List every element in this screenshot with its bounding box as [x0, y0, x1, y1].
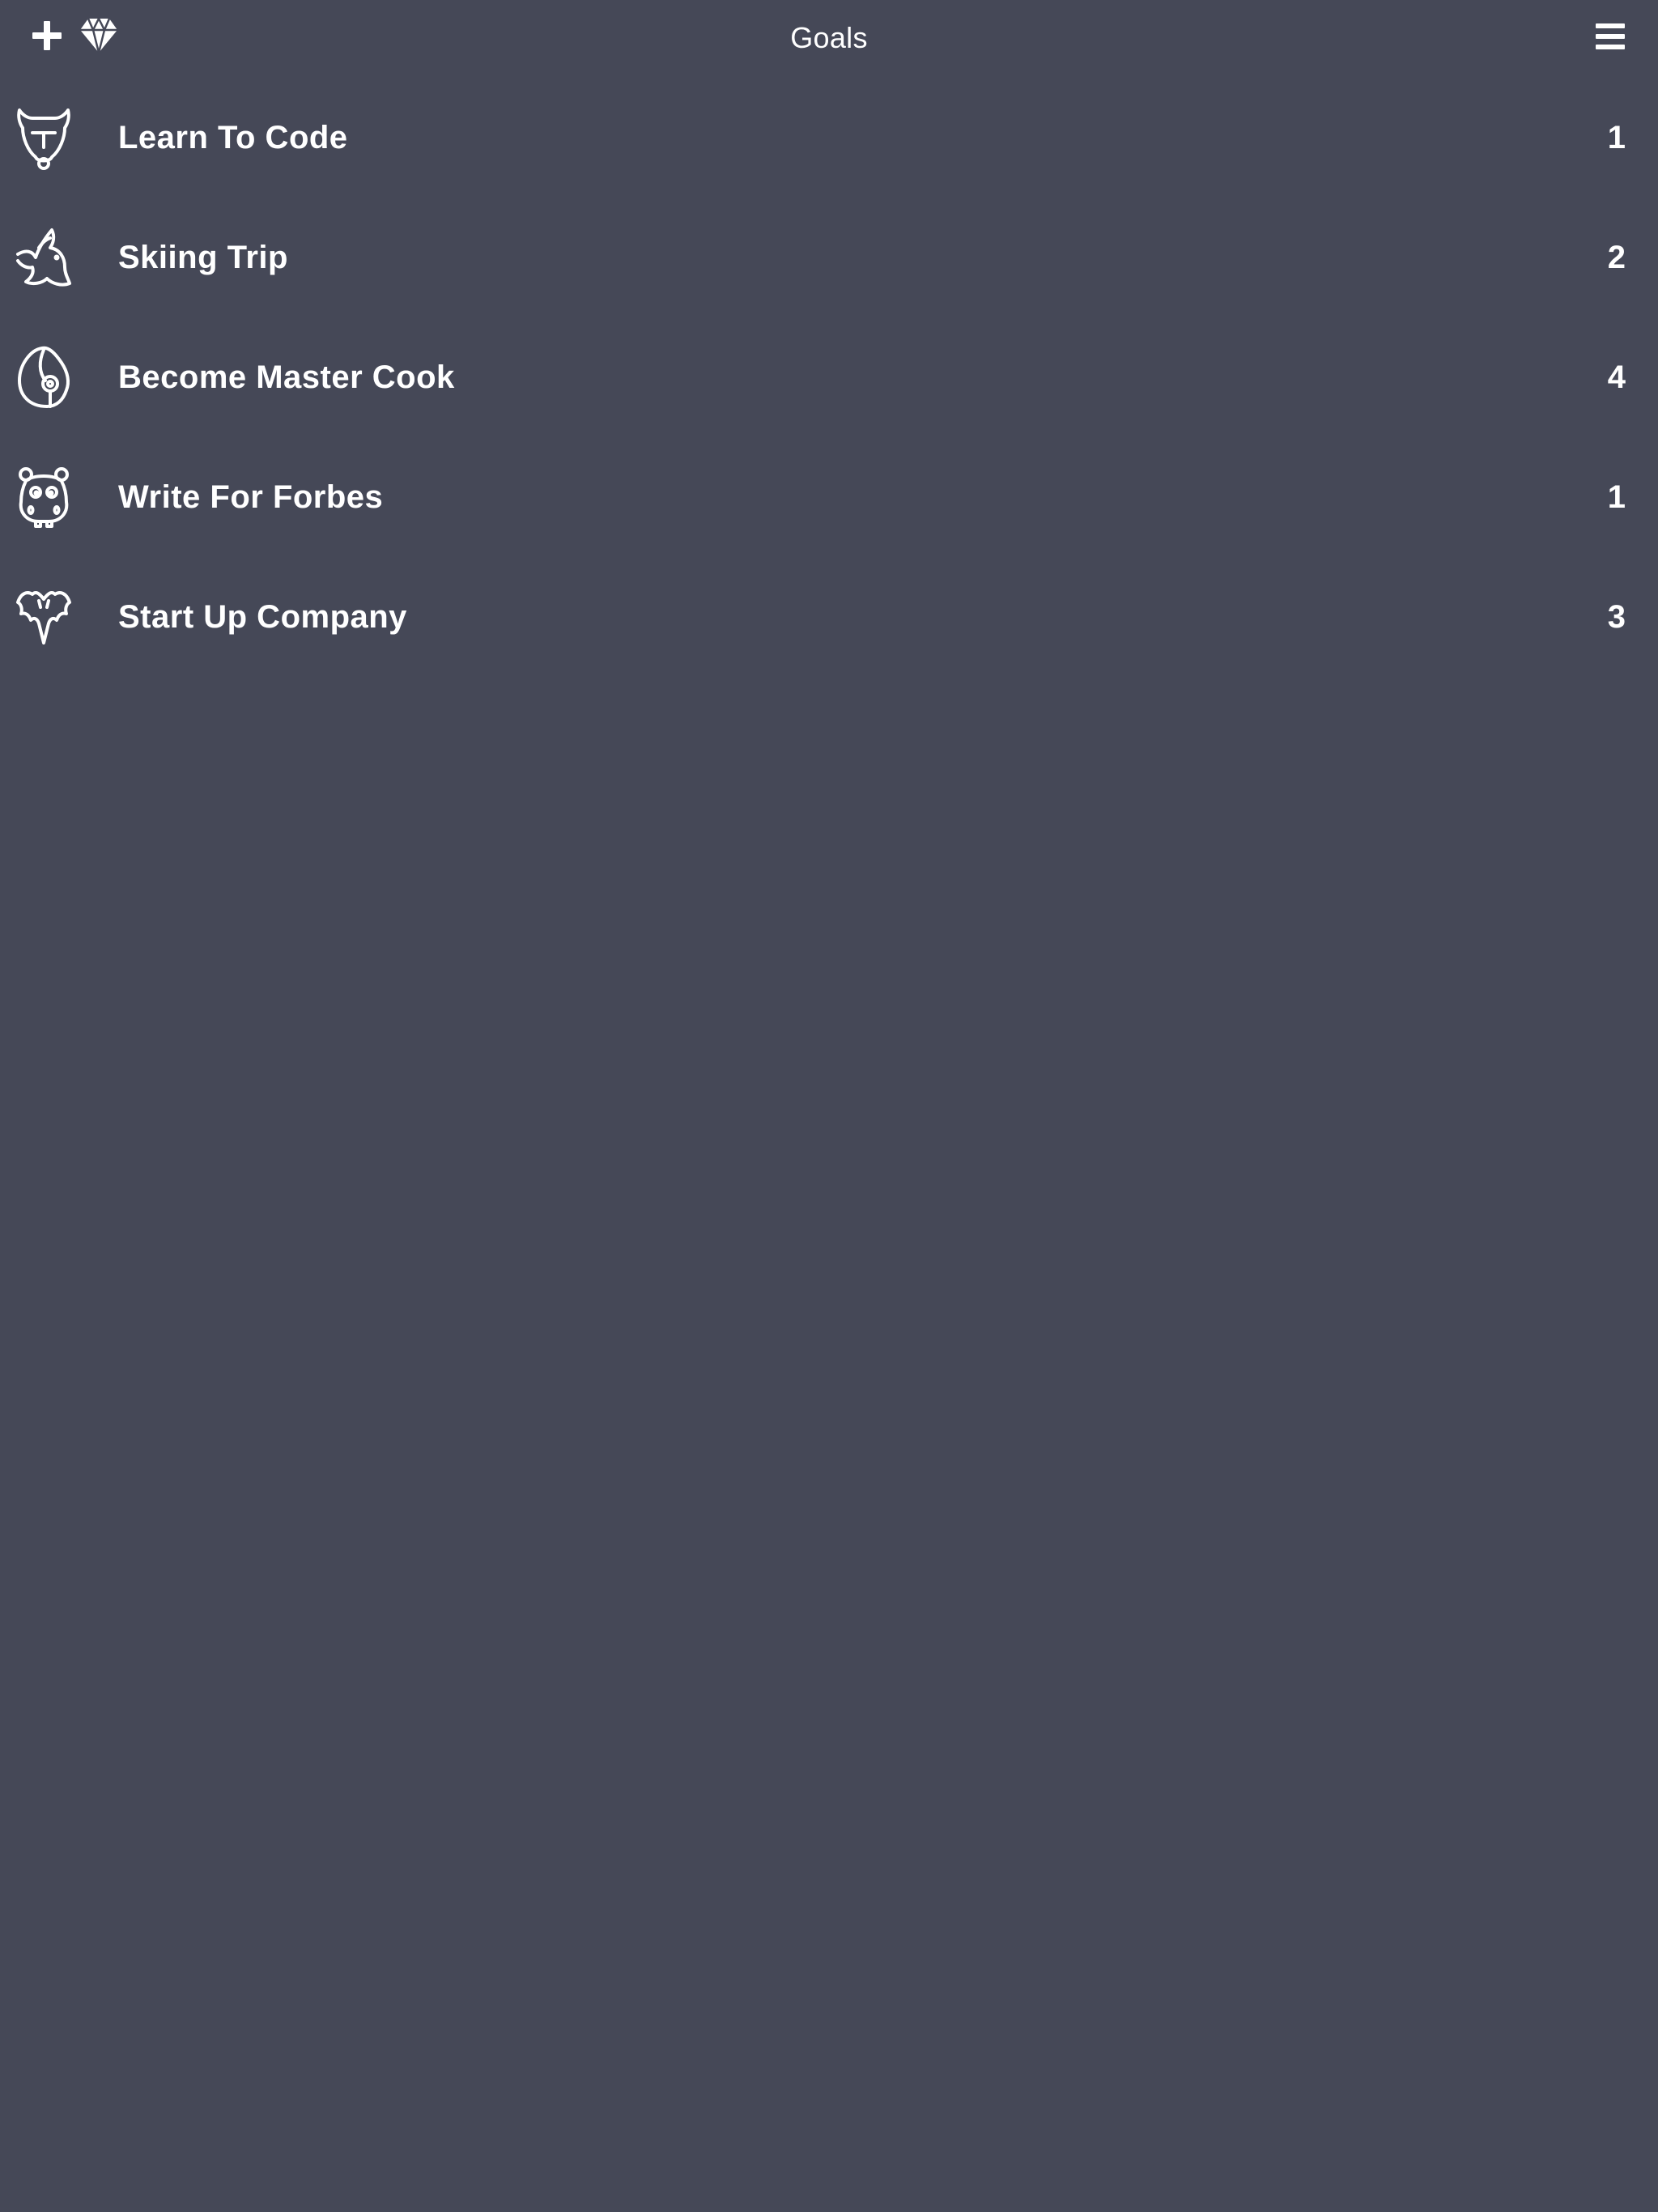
goal-title: Start Up Company [118, 599, 407, 635]
goal-count: 3 [1607, 599, 1626, 635]
goal-title: Skiing Trip [118, 240, 288, 275]
goals-screen: Goals Learn To Code 1 Skiing Trip 2 Beco… [0, 0, 1658, 2212]
goal-row[interactable]: Learn To Code 1 [0, 81, 1658, 201]
snail-shell-icon [18, 346, 70, 408]
goal-count: 2 [1607, 240, 1626, 275]
bat-icon [16, 591, 71, 644]
goal-title: Learn To Code [118, 120, 348, 155]
hippo-icon [19, 467, 69, 528]
goal-title: Write For Forbes [118, 479, 384, 515]
menu-button[interactable] [1593, 21, 1627, 52]
hamburger-menu-icon [1596, 23, 1625, 49]
page-title: Goals [790, 21, 868, 54]
goal-count: 1 [1607, 479, 1626, 515]
goal-row[interactable]: Write For Forbes 1 [0, 440, 1658, 560]
goal-title: Become Master Cook [118, 359, 455, 395]
goal-count: 1 [1607, 120, 1626, 155]
navigation-bar: Goals [0, 0, 1658, 81]
goal-row[interactable]: Become Master Cook 4 [0, 321, 1658, 440]
goal-list: Learn To Code 1 Skiing Trip 2 Become Mas… [0, 81, 1658, 680]
camel-icon [17, 108, 70, 170]
goal-row[interactable]: Skiing Trip 2 [0, 201, 1658, 321]
goal-row[interactable]: Start Up Company 3 [0, 560, 1658, 680]
goal-count: 4 [1607, 359, 1626, 395]
dove-icon [16, 228, 71, 287]
